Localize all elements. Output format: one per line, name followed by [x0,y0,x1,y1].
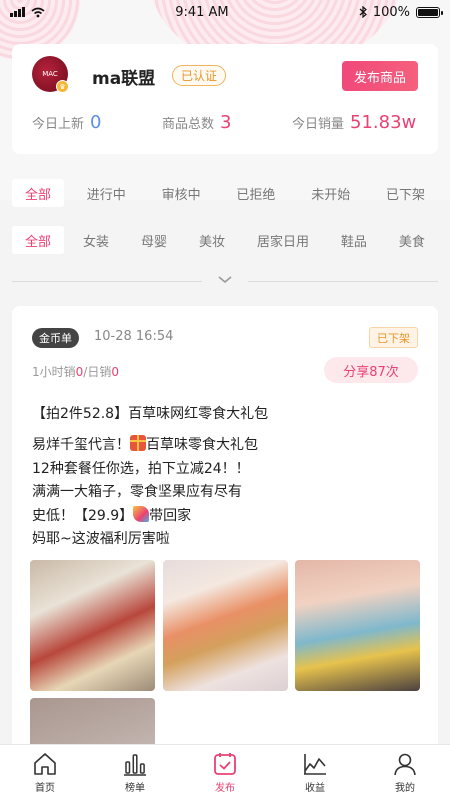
crown-badge-icon: ♛ [56,80,69,93]
tab-category-home[interactable]: 居家日用 [244,226,322,254]
party-popper-icon [133,505,150,522]
tab-status-not-started[interactable]: 未开始 [298,179,363,207]
stat-value: 3 [220,112,232,133]
bluetooth-icon [359,6,367,18]
product-post-card[interactable]: 金币单 10-28 16:54 已下架 1小时销0/日销0 分享87次 【拍2件… [12,306,438,766]
product-photo[interactable] [163,560,288,691]
nav-label: 榜单 [125,783,145,794]
stat-value: 51.83w [350,112,417,133]
body-line: 带回家 [149,507,192,524]
nav-home[interactable]: 首页 [10,751,80,794]
tab-category-womens[interactable]: 女装 [70,226,122,254]
wifi-icon [31,7,45,17]
verified-badge: 已认证 [172,65,227,86]
stat-value: 0 [90,112,102,133]
battery-percent: 100% [372,4,410,20]
shop-header-card: MAC ♛ ma联盟 已认证 发布商品 今日上新 0 商品总数 3 今日销量 5… [12,44,438,154]
body-line: 12种套餐任你选，拍下立减24！！ [32,460,250,477]
stat-total-products: 商品总数 3 [162,112,231,133]
nav-ranking[interactable]: 榜单 [100,751,170,794]
user-icon [394,753,416,776]
bottom-nav: 首页 榜单 发布 收益 我的 [0,744,450,800]
tab-status-reviewing[interactable]: 审核中 [149,179,214,207]
status-time: 9:41 AM [175,4,229,20]
publish-icon [214,753,236,775]
sales-info: 1小时销0/日销0 [32,363,119,380]
stat-label: 商品总数 [162,117,215,132]
category-filter-tabs: 全部 女装 母婴 美妆 居家日用 鞋品 美食 [12,225,438,255]
chevron-down-icon[interactable] [217,272,233,288]
tab-status-rejected[interactable]: 已拒绝 [223,179,288,207]
tab-category-beauty[interactable]: 美妆 [186,226,238,254]
stat-label: 今日上新 [32,117,85,132]
body-line: 百草味零食大礼包 [146,437,258,453]
post-body: 易烊千玺代言！ 百草味零食大礼包 12种套餐任你选，拍下立减24！！ 满满一大箱子… [32,434,258,552]
gift-icon [130,435,146,451]
nav-label: 收益 [305,783,325,794]
nav-publish[interactable]: 发布 [190,751,260,794]
body-line: 满满一大箱子，零食坚果应有尽有 [32,484,242,500]
stat-label: 今日销量 [292,117,345,132]
tab-category-shoes[interactable]: 鞋品 [328,226,380,254]
tab-category-baby[interactable]: 母婴 [128,226,180,254]
coin-order-tag: 金币单 [32,328,79,348]
nav-me[interactable]: 我的 [370,751,440,794]
nav-label: 发布 [215,783,235,794]
publish-product-button[interactable]: 发布商品 [342,61,418,91]
sales-hour-label: 1小时销 [32,365,76,379]
shop-stats: 今日上新 0 商品总数 3 今日销量 51.83w [12,112,438,142]
share-button[interactable]: 分享87次 [324,357,418,383]
tab-status-removed[interactable]: 已下架 [373,179,438,207]
sales-day-value: 0 [111,365,119,379]
stat-new-today: 今日上新 0 [32,112,101,133]
avatar-text: MAC [42,70,58,78]
status-filter-tabs: 全部 进行中 审核中 已拒绝 未开始 已下架 [12,178,438,208]
divider-line [12,281,202,282]
tab-status-ongoing[interactable]: 进行中 [74,179,139,207]
post-time: 10-28 16:54 [94,329,174,344]
sales-day-label: /日销 [83,365,112,379]
nav-label: 我的 [395,783,415,794]
tab-category-food[interactable]: 美食 [386,226,438,254]
stat-sales-today: 今日销量 51.83w [292,112,416,133]
divider-line [248,281,438,282]
nav-label: 首页 [35,783,55,794]
signal-icon [10,7,25,17]
expand-divider [12,272,438,290]
product-photo[interactable] [295,560,420,691]
body-line: 史低！【29.9】 [32,507,134,524]
home-icon [34,753,56,775]
product-photo[interactable] [30,560,155,691]
nav-earnings[interactable]: 收益 [280,751,350,794]
body-line: 妈耶~这波福利厉害啦 [32,531,170,547]
earnings-icon [304,754,326,775]
status-bar: 9:41 AM 100% [0,0,450,24]
chart-bars-icon [124,754,146,776]
tab-status-all[interactable]: 全部 [12,179,65,207]
post-title: 【拍2件52.8】百草味网红零食大礼包 [32,406,269,422]
battery-icon [415,6,443,18]
tab-category-all[interactable]: 全部 [12,226,65,254]
body-line: 易烊千玺代言！ [32,437,130,453]
shop-name: ma联盟 [92,69,156,89]
status-badge: 已下架 [369,327,418,348]
